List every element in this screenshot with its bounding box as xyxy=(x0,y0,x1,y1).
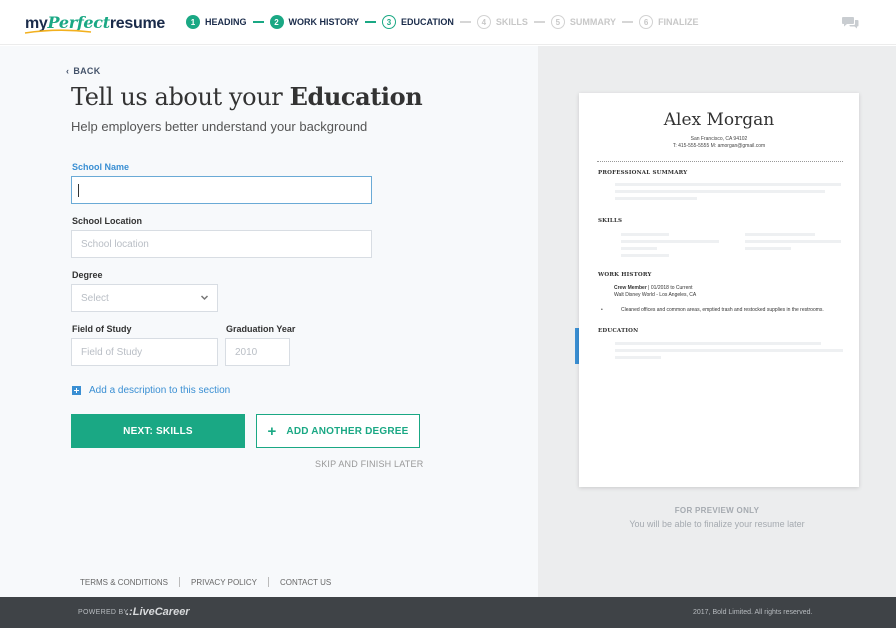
step-label: HEADING xyxy=(205,17,247,27)
step-number: 5 xyxy=(550,15,565,29)
school-location-input[interactable]: School location xyxy=(71,230,372,258)
school-location-label: School Location xyxy=(72,216,143,226)
placeholder-line xyxy=(745,240,841,243)
step-label: WORK HISTORY xyxy=(288,17,360,27)
resume-preview-panel: Alex Morgan San Francisco, CA 94102 T: 4… xyxy=(538,46,896,597)
resume-job-dates: 01/2018 to Current xyxy=(650,285,693,291)
logo-swoosh-icon xyxy=(24,29,92,34)
step-label: EDUCATION xyxy=(401,17,454,27)
placeholder-line xyxy=(745,233,815,236)
logo-resume: resume xyxy=(109,15,165,32)
chat-bubbles-icon[interactable] xyxy=(842,16,859,29)
text-cursor xyxy=(78,183,79,197)
step-number: 3 xyxy=(382,15,397,29)
field-of-study-label: Field of Study xyxy=(72,324,132,334)
resume-section-summary: PROFESSIONAL SUMMARY xyxy=(598,170,688,176)
resume-address: San Francisco, CA 94102 xyxy=(690,136,748,142)
powered-by-label: POWERED BY xyxy=(78,609,129,616)
school-name-input[interactable] xyxy=(71,176,372,204)
terms-link[interactable]: TERMS & CONDITIONS xyxy=(80,578,168,587)
education-form-panel: ‹ BACK Tell us about your Education Help … xyxy=(0,46,538,597)
divider xyxy=(179,577,181,587)
chevron-down-icon xyxy=(200,295,209,301)
placeholder-line xyxy=(621,247,657,250)
graduation-year-label: Graduation Year xyxy=(226,324,296,334)
placeholder-line xyxy=(615,342,821,345)
plus-square-icon xyxy=(72,386,81,395)
footer-links: TERMS & CONDITIONS PRIVACY POLICY CONTAC… xyxy=(80,577,331,587)
step-heading[interactable]: 1 HEADING xyxy=(186,15,247,29)
graduation-year-input[interactable]: 2010 xyxy=(225,338,290,366)
step-number: 1 xyxy=(186,15,200,29)
contact-link[interactable]: CONTACT US xyxy=(280,578,331,587)
step-label: SUMMARY xyxy=(569,17,617,27)
next-skills-button[interactable]: NEXT: SKILLS xyxy=(71,414,245,448)
resume-job-line: Crew Member | 01/2018 to Current xyxy=(614,285,693,291)
step-connector xyxy=(365,21,377,23)
step-number: 4 xyxy=(476,15,491,29)
step-connector xyxy=(252,21,264,23)
step-connector xyxy=(533,21,545,23)
placeholder-line xyxy=(615,356,661,359)
preview-only-label: FOR PREVIEW ONLY xyxy=(674,506,760,515)
title-emphasis: Education xyxy=(289,82,423,111)
page-footer: POWERED BY .:LiveCareer 2017, Bold Limit… xyxy=(0,597,896,628)
placeholder-line xyxy=(621,233,669,236)
page-subtitle: Help employers better understand your ba… xyxy=(71,119,368,134)
degree-select[interactable]: Select xyxy=(71,284,218,312)
degree-label: Degree xyxy=(72,270,103,280)
step-education[interactable]: 3 EDUCATION xyxy=(382,15,454,29)
resume-preview: Alex Morgan San Francisco, CA 94102 T: 4… xyxy=(579,93,859,487)
add-description-link[interactable]: Add a description to this section xyxy=(72,385,230,396)
step-number: 6 xyxy=(639,15,654,29)
bullet-dot-icon: • xyxy=(601,307,603,313)
placeholder-line xyxy=(621,240,719,243)
placeholder-line xyxy=(615,190,825,193)
step-label: FINALIZE xyxy=(658,17,699,27)
page-title: Tell us about your Education xyxy=(71,82,423,111)
back-link[interactable]: ‹ BACK xyxy=(66,66,101,76)
step-summary: 5 SUMMARY xyxy=(550,15,617,29)
step-label: SKILLS xyxy=(495,17,528,27)
step-connector xyxy=(459,21,471,23)
top-navigation-bar: myPerfectresume 1 HEADING 2 WORK HISTORY… xyxy=(0,0,896,45)
placeholder-line xyxy=(615,197,697,200)
field-of-study-input[interactable]: Field of Study xyxy=(71,338,218,366)
degree-select-value: Select xyxy=(81,292,109,304)
add-description-label: Add a description to this section xyxy=(89,385,231,396)
resume-job-title: Crew Member xyxy=(614,285,647,291)
title-prefix: Tell us about your xyxy=(71,83,290,111)
plus-icon: + xyxy=(267,422,277,440)
step-skills: 4 SKILLS xyxy=(476,15,528,29)
resume-job-company: Walt Disney World - Los Angeles, CA xyxy=(614,292,697,298)
resume-name: Alex Morgan xyxy=(663,110,775,130)
step-number: 2 xyxy=(269,15,284,29)
placeholder-line xyxy=(745,247,791,250)
add-another-degree-button[interactable]: + ADD ANOTHER DEGREE xyxy=(256,414,420,448)
progress-steps: 1 HEADING 2 WORK HISTORY 3 EDUCATION 4 S… xyxy=(186,15,699,29)
divider xyxy=(267,577,269,587)
livecareer-logo[interactable]: .:LiveCareer xyxy=(126,606,190,618)
chevron-left-icon: ‹ xyxy=(66,66,70,76)
copyright-text: 2017, Bold Limited. All rights reserved. xyxy=(693,609,813,616)
placeholder-line xyxy=(621,254,669,257)
school-name-label: School Name xyxy=(72,162,130,172)
step-connector xyxy=(622,21,634,23)
add-degree-label: ADD ANOTHER DEGREE xyxy=(286,425,409,437)
privacy-link[interactable]: PRIVACY POLICY xyxy=(191,578,257,587)
resume-section-skills: SKILLS xyxy=(598,218,623,224)
skip-and-finish-later-link[interactable]: SKIP AND FINISH LATER xyxy=(315,459,423,469)
resume-section-education: EDUCATION xyxy=(598,328,639,334)
resume-section-work: WORK HISTORY xyxy=(598,272,652,278)
placeholder-line xyxy=(615,349,843,352)
resume-job-bullet: Cleaned offices and common areas, emptie… xyxy=(621,307,824,313)
step-work-history[interactable]: 2 WORK HISTORY xyxy=(269,15,360,29)
resume-divider xyxy=(597,161,843,162)
placeholder-line xyxy=(615,183,841,186)
preview-note: You will be able to finalize your resume… xyxy=(629,519,805,529)
resume-contact: T: 415-555-5555 M: amorgan@gmail.com xyxy=(672,143,766,149)
back-label: BACK xyxy=(73,66,101,76)
step-finalize: 6 FINALIZE xyxy=(639,15,699,29)
